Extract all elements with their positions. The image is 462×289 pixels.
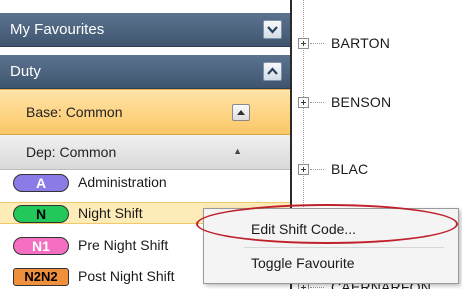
duty-header-label: Duty <box>10 63 41 80</box>
shift-code-badge: A <box>13 174 69 192</box>
menu-separator <box>244 247 444 248</box>
caret-up-icon[interactable]: ▲ <box>233 146 242 156</box>
shift-code-badge: N1 <box>13 237 69 255</box>
highlight-ellipse <box>196 204 458 244</box>
dep-group-row[interactable]: Dep: Common ▲ <box>0 135 290 170</box>
tree-node-label: BLAC <box>331 161 369 177</box>
tree-connector <box>310 287 324 288</box>
duty-header[interactable]: Duty <box>0 55 290 89</box>
tree-connector <box>310 43 324 44</box>
tree-node[interactable]: BENSON <box>298 93 458 113</box>
shift-code-badge: N <box>13 205 69 223</box>
dep-group-label: Dep: Common <box>26 144 117 160</box>
chevron-up-icon[interactable] <box>263 62 282 81</box>
plus-box-icon[interactable] <box>298 38 309 49</box>
tree-node-label: BARTON <box>331 35 391 51</box>
shift-code-name: Night Shift <box>78 205 143 221</box>
tree-connector <box>310 169 324 170</box>
shift-code-name: Pre Night Shift <box>78 237 169 253</box>
plus-box-icon[interactable] <box>298 164 309 175</box>
tree-node[interactable]: BLAC <box>298 160 458 180</box>
toggle-favourite-menu-item[interactable]: Toggle Favourite <box>251 255 355 271</box>
shift-code-badge: N2N2 <box>13 268 69 286</box>
favourites-header-label: My Favourites <box>10 21 105 38</box>
favourites-header[interactable]: My Favourites <box>0 13 290 47</box>
shift-code-name: Post Night Shift <box>78 268 175 284</box>
tree-node[interactable]: BARTON <box>298 34 458 54</box>
tree-connector <box>310 102 324 103</box>
base-group-row[interactable]: Base: Common <box>0 89 290 135</box>
tree-node-label: BENSON <box>331 94 392 110</box>
base-group-label: Base: Common <box>26 104 123 120</box>
plus-box-icon[interactable] <box>298 97 309 108</box>
chevron-down-icon[interactable] <box>263 20 282 39</box>
chevron-up-icon[interactable] <box>232 104 250 121</box>
shift-code-name: Administration <box>78 174 167 190</box>
shift-code-item[interactable]: A Administration <box>0 172 290 194</box>
